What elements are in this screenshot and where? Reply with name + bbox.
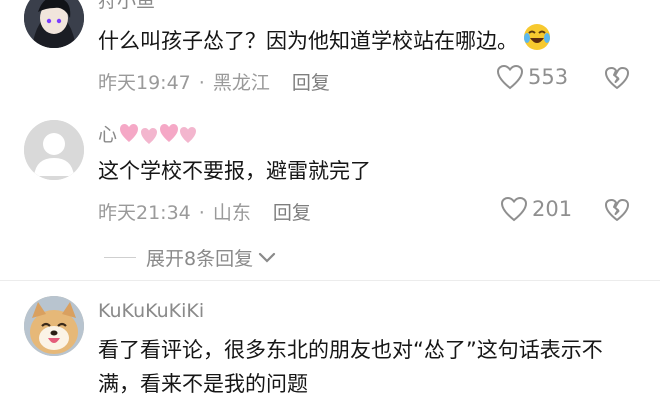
reply-button[interactable]: 回复 [273,198,311,225]
separator: · [198,202,205,224]
comment-time: 昨天21:34 [98,202,191,224]
expand-replies-button[interactable]: 展开8条回复 [104,244,277,271]
dislike-button[interactable] [604,198,630,226]
comment-meta: 昨天21:34 · 山东 回复 [98,198,311,225]
divider [0,280,660,281]
heart-outline-icon [500,196,528,222]
username-text: 心 [98,124,118,146]
comment-location: 黑龙江 [212,72,270,94]
comment-text-content: 什么叫孩子怂了？因为他知道学校站在哪边。 [98,29,518,53]
laugh-cry-emoji-icon [522,22,552,62]
broken-heart-icon [605,199,629,221]
pink-hearts-icon [120,123,197,144]
comment-meta: 昨天19:47 · 黑龙江 回复 [98,68,330,95]
broken-heart-icon [605,67,629,89]
anime-avatar-icon [24,0,84,48]
like-count: 553 [528,65,569,89]
comment-time: 昨天19:47 [98,72,191,94]
like-button[interactable]: 553 [496,64,568,90]
expand-divider-line [104,257,136,258]
chevron-down-icon [258,252,276,263]
comment-username[interactable]: 狩小鱼 [98,0,155,13]
comment-username[interactable]: 心 [98,120,197,147]
comment-location: 山东 [212,202,251,224]
separator: · [198,72,205,94]
heart-outline-icon [496,64,524,90]
like-count: 201 [532,197,573,221]
avatar[interactable] [24,296,84,356]
comment-text: 什么叫孩子怂了？因为他知道学校站在哪边。 [98,22,638,62]
avatar[interactable] [24,120,84,180]
reply-button[interactable]: 回复 [292,68,330,95]
avatar[interactable] [24,0,84,48]
shiba-dog-avatar-icon [24,296,84,356]
comment-text: 这个学校不要报，避雷就完了 [98,159,371,183]
dislike-button[interactable] [604,66,630,94]
default-user-icon [24,120,84,180]
like-button[interactable]: 201 [500,196,572,222]
expand-replies-label: 展开8条回复 [146,248,254,270]
comment-text: 看了看评论，很多东北的朋友也对“怂了”这句话表示不满，看来不是我的问题 [98,338,603,396]
comment-username[interactable]: KuKuKuKiKi [98,300,204,322]
